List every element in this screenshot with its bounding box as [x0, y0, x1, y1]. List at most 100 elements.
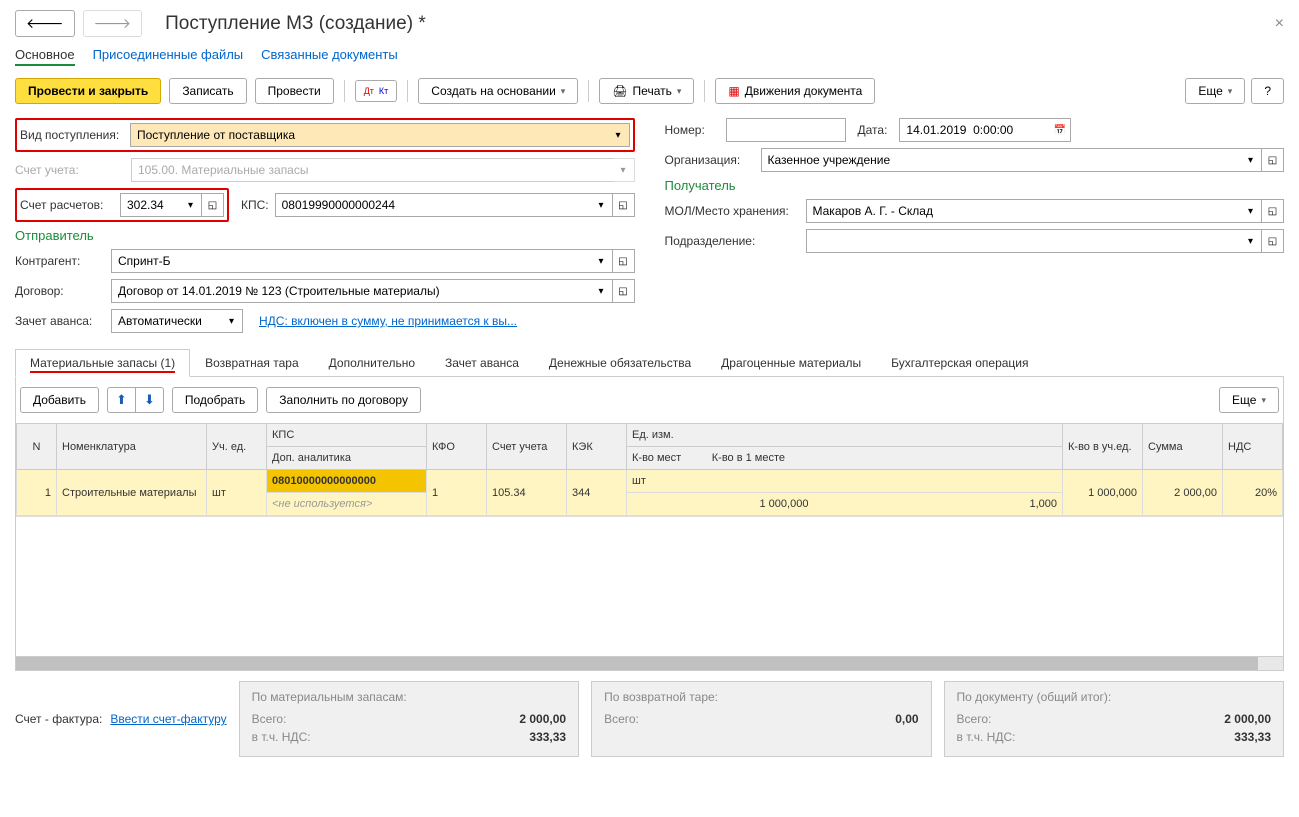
document-icon: ▦	[728, 84, 739, 98]
movements-button[interactable]: ▦ Движения документа	[715, 78, 875, 104]
summary-total: По документу (общий итог): Всего:2 000,0…	[944, 681, 1284, 757]
summary-returnable: По возвратной таре: Всего:0,00	[591, 681, 931, 757]
dropdown-button[interactable]: ▾	[180, 193, 202, 217]
account-label: Счет учета:	[15, 163, 125, 177]
cell-account[interactable]: 105.34	[487, 470, 567, 516]
date-input[interactable]	[899, 118, 1049, 142]
add-row-button[interactable]: Добавить	[20, 387, 99, 413]
counterparty-input[interactable]	[111, 249, 591, 273]
col-unit-meas: Ед. изм.	[627, 424, 1063, 447]
dropdown-button[interactable]: ▾	[591, 279, 613, 303]
subnav-linked[interactable]: Связанные документы	[261, 47, 398, 66]
col-qty: К-во в уч.ед.	[1063, 424, 1143, 470]
open-button[interactable]: ◱	[613, 279, 635, 303]
close-icon[interactable]: ×	[1275, 15, 1284, 33]
write-button[interactable]: Записать	[169, 78, 246, 104]
open-button[interactable]: ◱	[1262, 229, 1284, 253]
open-button[interactable]: ◱	[613, 193, 635, 217]
separator	[704, 80, 705, 102]
contract-input[interactable]	[111, 279, 591, 303]
back-button[interactable]: 🡐	[15, 10, 75, 37]
dept-input[interactable]	[806, 229, 1241, 253]
number-input[interactable]	[726, 118, 846, 142]
settle-account-input[interactable]	[120, 193, 180, 217]
forward-button[interactable]: 🡒	[83, 10, 143, 37]
more-button[interactable]: Еще ▾	[1185, 78, 1245, 104]
cell-qty[interactable]: 1 000,000	[1063, 470, 1143, 516]
account-input	[131, 158, 613, 182]
open-button[interactable]: ◱	[1262, 199, 1284, 223]
create-based-button[interactable]: Создать на основании ▾	[418, 78, 578, 104]
tab-accounting[interactable]: Бухгалтерская операция	[876, 349, 1043, 376]
tab-precious[interactable]: Драгоценные материалы	[706, 349, 876, 376]
subnav-files[interactable]: Присоединенные файлы	[93, 47, 244, 66]
post-close-button[interactable]: Провести и закрыть	[15, 78, 161, 104]
col-account: Счет учета	[487, 424, 567, 470]
dept-label: Подразделение:	[665, 234, 800, 248]
tab-more-button[interactable]: Еще ▾	[1219, 387, 1279, 413]
subnav-main[interactable]: Основное	[15, 47, 75, 66]
fill-contract-button[interactable]: Заполнить по договору	[266, 387, 421, 413]
dropdown-button[interactable]: ▾	[1240, 229, 1262, 253]
vat-link[interactable]: НДС: включен в сумму, не принимается к в…	[259, 314, 517, 328]
cell-kps[interactable]: 08010000000000000	[267, 470, 427, 493]
separator	[588, 80, 589, 102]
separator	[407, 80, 408, 102]
col-sum: Сумма	[1143, 424, 1223, 470]
dt-kt-icon-button[interactable]: ДтКт	[355, 80, 398, 102]
cell-places[interactable]: 1 000,0001,000	[627, 493, 1063, 516]
col-kfo: КФО	[427, 424, 487, 470]
tab-money[interactable]: Денежные обязательства	[534, 349, 706, 376]
col-dop: Доп. аналитика	[267, 447, 427, 470]
receipt-type-input[interactable]	[130, 123, 608, 147]
print-button[interactable]: 🖨 Печать ▾	[599, 78, 694, 104]
mol-input[interactable]	[806, 199, 1241, 223]
select-button[interactable]: Подобрать	[172, 387, 258, 413]
separator	[344, 80, 345, 102]
move-down-icon[interactable]: ⬇	[136, 388, 163, 412]
cell-unit[interactable]: шт	[207, 470, 267, 516]
cell-unit-meas[interactable]: шт	[627, 470, 1063, 493]
tab-advance[interactable]: Зачет аванса	[430, 349, 534, 376]
tab-additional[interactable]: Дополнительно	[314, 349, 430, 376]
org-input[interactable]	[761, 148, 1241, 172]
tab-materials[interactable]: Материальные запасы (1)	[15, 349, 190, 377]
dropdown-button[interactable]: ▾	[591, 249, 613, 273]
cell-kfo[interactable]: 1	[427, 470, 487, 516]
kps-input[interactable]	[275, 193, 591, 217]
horizontal-scrollbar[interactable]	[16, 656, 1283, 670]
help-button[interactable]: ?	[1251, 78, 1284, 104]
dropdown-button: ▾	[613, 158, 635, 182]
open-button[interactable]: ◱	[202, 193, 224, 217]
table-row[interactable]: 1 Строительные материалы шт 080100000000…	[17, 470, 1283, 493]
tab-returnable[interactable]: Возвратная тара	[190, 349, 314, 376]
cell-sum[interactable]: 2 000,00	[1143, 470, 1223, 516]
kps-label: КПС:	[241, 198, 269, 212]
col-vat: НДС	[1223, 424, 1283, 470]
invoice-label: Счет - фактура:	[15, 712, 102, 726]
advance-input[interactable]	[111, 309, 221, 333]
cell-dop[interactable]: <не используется>	[267, 493, 427, 516]
open-button[interactable]: ◱	[613, 249, 635, 273]
mol-label: МОЛ/Место хранения:	[665, 204, 800, 218]
cell-vat[interactable]: 20%	[1223, 470, 1283, 516]
receipt-type-label: Вид поступления:	[20, 128, 130, 142]
col-nomenclature: Номенклатура	[57, 424, 207, 470]
calendar-icon[interactable]: 📅	[1049, 118, 1071, 142]
cell-nomenclature[interactable]: Строительные материалы	[57, 470, 207, 516]
cell-kek[interactable]: 344	[567, 470, 627, 516]
page-title: Поступление МЗ (создание) *	[165, 13, 426, 35]
post-button[interactable]: Провести	[255, 78, 334, 104]
dropdown-button[interactable]: ▾	[591, 193, 613, 217]
dropdown-button[interactable]: ▾	[608, 123, 630, 147]
move-up-icon[interactable]: ⬆	[108, 388, 136, 412]
dropdown-button[interactable]: ▾	[1240, 199, 1262, 223]
invoice-link[interactable]: Ввести счет-фактуру	[110, 712, 226, 726]
sender-title: Отправитель	[15, 228, 635, 243]
col-unit: Уч. ед.	[207, 424, 267, 470]
col-n: N	[17, 424, 57, 470]
advance-label: Зачет аванса:	[15, 314, 105, 328]
dropdown-button[interactable]: ▾	[221, 309, 243, 333]
dropdown-button[interactable]: ▾	[1240, 148, 1262, 172]
open-button[interactable]: ◱	[1262, 148, 1284, 172]
